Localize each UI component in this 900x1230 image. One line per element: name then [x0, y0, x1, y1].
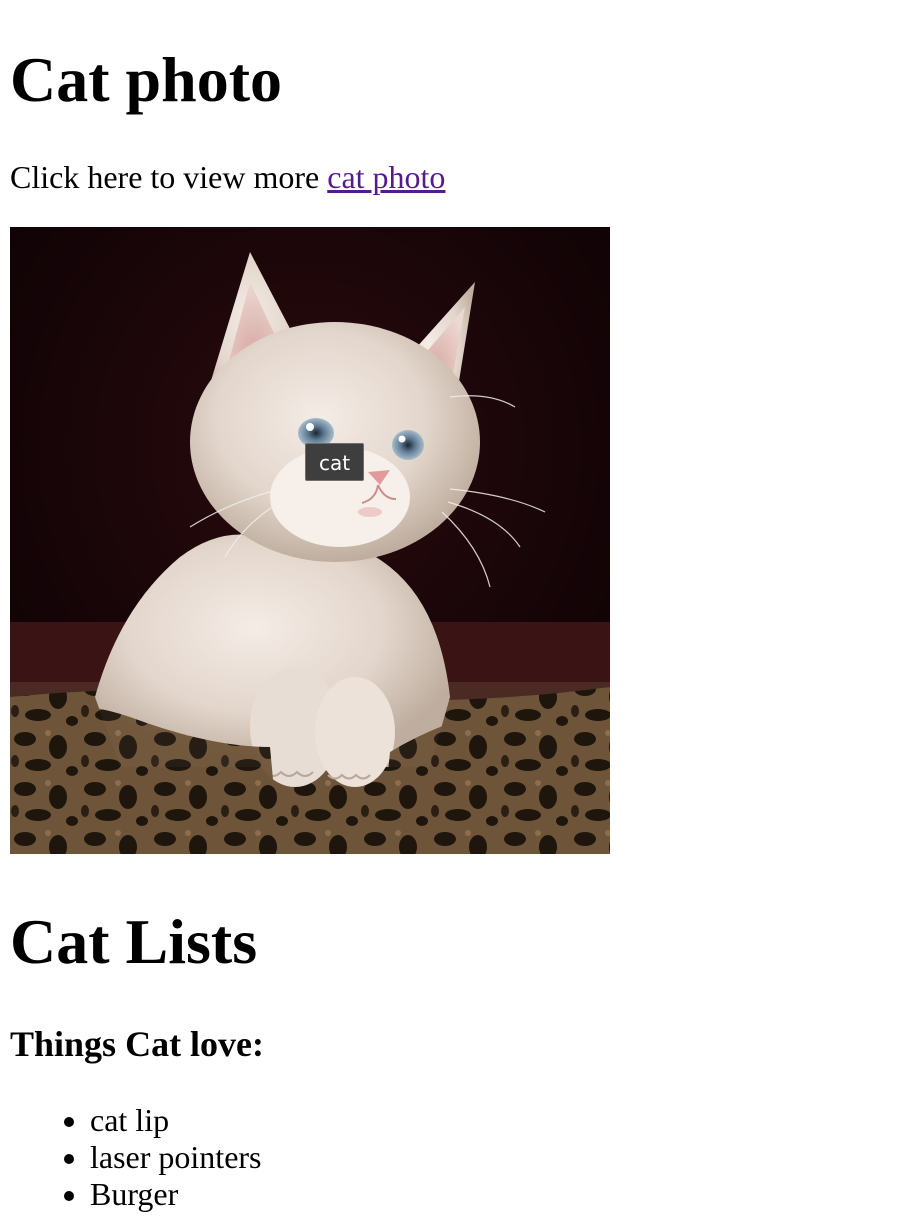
list-heading-things-cat-love: Things Cat love:	[10, 1024, 265, 1064]
kitten-illustration	[10, 227, 610, 854]
intro-paragraph: Click here to view more cat photo	[10, 158, 445, 196]
page-title: Cat photo	[10, 44, 283, 115]
list-item: laser pointers	[90, 1139, 262, 1176]
list-item: cat lip	[90, 1102, 262, 1139]
image-tooltip: cat	[305, 443, 364, 481]
cat-photo-image[interactable]: cat	[10, 227, 610, 854]
section-title-cat-lists: Cat Lists	[10, 906, 258, 977]
cat-photo-link[interactable]: cat photo	[327, 159, 445, 195]
list-item: Burger	[90, 1176, 262, 1213]
things-cat-love-list: cat lip laser pointers Burger	[10, 1102, 262, 1213]
intro-text: Click here to view more	[10, 159, 328, 195]
